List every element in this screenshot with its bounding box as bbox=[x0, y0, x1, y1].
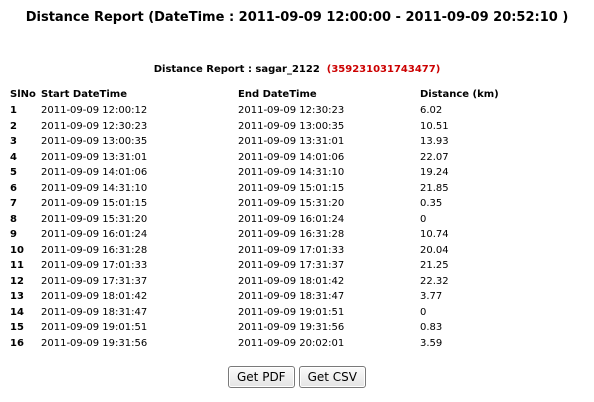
table-row: 16 2011-09-09 19:31:56 2011-09-09 20:02:… bbox=[10, 336, 590, 352]
table-row: 4 2011-09-09 13:31:01 2011-09-09 14:01:0… bbox=[10, 150, 590, 166]
cell-end-datetime: 2011-09-09 15:31:20 bbox=[238, 198, 345, 209]
cell-end-datetime: 2011-09-09 18:01:42 bbox=[238, 275, 345, 287]
cell-slno: 13 bbox=[10, 291, 24, 302]
cell-slno: 1 bbox=[10, 105, 17, 116]
cell-end-datetime: 2011-09-09 13:00:35 bbox=[238, 120, 345, 132]
table-row: 14 2011-09-09 18:31:47 2011-09-09 19:01:… bbox=[10, 305, 590, 321]
cell-end-datetime: 2011-09-09 17:01:33 bbox=[238, 244, 345, 256]
table-row: 5 2011-09-09 14:01:06 2011-09-09 14:31:1… bbox=[10, 165, 590, 181]
cell-distance: 0 bbox=[420, 306, 427, 318]
cell-end-datetime: 2011-09-09 17:31:37 bbox=[238, 260, 345, 271]
cell-start-datetime: 2011-09-09 13:00:35 bbox=[41, 136, 148, 147]
cell-end-datetime: 2011-09-09 14:31:10 bbox=[238, 167, 345, 178]
column-header-start-datetime: Start DateTime bbox=[41, 88, 127, 100]
cell-start-datetime: 2011-09-09 15:01:15 bbox=[41, 198, 148, 209]
cell-end-datetime: 2011-09-09 19:31:56 bbox=[238, 322, 345, 333]
cell-distance: 0.83 bbox=[420, 322, 443, 333]
cell-end-datetime: 2011-09-09 13:31:01 bbox=[238, 136, 345, 147]
cell-start-datetime: 2011-09-09 14:01:06 bbox=[41, 167, 148, 178]
cell-start-datetime: 2011-09-09 19:31:56 bbox=[41, 337, 148, 349]
cell-end-datetime: 2011-09-09 16:01:24 bbox=[238, 213, 345, 225]
table-header-row: SlNo Start DateTime End DateTime Distanc… bbox=[10, 86, 590, 103]
cell-distance: 19.24 bbox=[420, 167, 449, 178]
cell-distance: 20.04 bbox=[420, 244, 449, 256]
table-row: 13 2011-09-09 18:01:42 2011-09-09 18:31:… bbox=[10, 289, 590, 305]
table-row: 8 2011-09-09 15:31:20 2011-09-09 16:01:2… bbox=[10, 212, 590, 228]
cell-end-datetime: 2011-09-09 18:31:47 bbox=[238, 291, 345, 302]
cell-slno: 11 bbox=[10, 260, 24, 271]
cell-slno: 7 bbox=[10, 198, 17, 209]
table-row: 9 2011-09-09 16:01:24 2011-09-09 16:31:2… bbox=[10, 227, 590, 243]
table-row: 7 2011-09-09 15:01:15 2011-09-09 15:31:2… bbox=[10, 196, 590, 212]
cell-end-datetime: 2011-09-09 15:01:15 bbox=[238, 182, 345, 194]
cell-start-datetime: 2011-09-09 16:01:24 bbox=[41, 229, 148, 240]
cell-end-datetime: 2011-09-09 20:02:01 bbox=[238, 337, 345, 349]
cell-distance: 21.25 bbox=[420, 260, 449, 271]
cell-start-datetime: 2011-09-09 18:01:42 bbox=[41, 291, 148, 302]
report-subtitle-label: Distance Report : sagar_2122 bbox=[153, 64, 320, 75]
cell-slno: 14 bbox=[10, 306, 24, 318]
cell-slno: 12 bbox=[10, 275, 24, 287]
table-row: 12 2011-09-09 17:31:37 2011-09-09 18:01:… bbox=[10, 274, 590, 290]
column-header-distance: Distance (km) bbox=[420, 88, 499, 100]
cell-slno: 9 bbox=[10, 229, 17, 240]
cell-end-datetime: 2011-09-09 16:31:28 bbox=[238, 229, 345, 240]
cell-distance: 13.93 bbox=[420, 136, 449, 147]
cell-start-datetime: 2011-09-09 15:31:20 bbox=[41, 213, 148, 225]
cell-end-datetime: 2011-09-09 19:01:51 bbox=[238, 306, 345, 318]
table-row: 11 2011-09-09 17:01:33 2011-09-09 17:31:… bbox=[10, 258, 590, 274]
cell-distance: 21.85 bbox=[420, 182, 449, 194]
cell-start-datetime: 2011-09-09 17:01:33 bbox=[41, 260, 148, 271]
cell-slno: 3 bbox=[10, 136, 17, 147]
cell-start-datetime: 2011-09-09 14:31:10 bbox=[41, 182, 148, 194]
export-button-bar: Get PDF Get CSV bbox=[0, 366, 594, 388]
cell-slno: 15 bbox=[10, 322, 24, 333]
table-row: 15 2011-09-09 19:01:51 2011-09-09 19:31:… bbox=[10, 320, 590, 336]
cell-start-datetime: 2011-09-09 16:31:28 bbox=[41, 244, 148, 256]
cell-distance: 10.74 bbox=[420, 229, 449, 240]
cell-distance: 0 bbox=[420, 213, 427, 225]
get-pdf-button[interactable]: Get PDF bbox=[228, 366, 295, 388]
cell-distance: 22.32 bbox=[420, 275, 449, 287]
table-row: 3 2011-09-09 13:00:35 2011-09-09 13:31:0… bbox=[10, 134, 590, 150]
cell-start-datetime: 2011-09-09 19:01:51 bbox=[41, 322, 148, 333]
cell-end-datetime: 2011-09-09 12:30:23 bbox=[238, 105, 345, 116]
page-title: Distance Report (DateTime : 2011-09-09 1… bbox=[25, 10, 569, 25]
cell-start-datetime: 2011-09-09 12:00:12 bbox=[41, 105, 148, 116]
table-row: 6 2011-09-09 14:31:10 2011-09-09 15:01:1… bbox=[10, 181, 590, 197]
cell-slno: 16 bbox=[10, 337, 24, 349]
table-row: 10 2011-09-09 16:31:28 2011-09-09 17:01:… bbox=[10, 243, 590, 259]
cell-start-datetime: 2011-09-09 12:30:23 bbox=[41, 120, 148, 132]
cell-distance: 10.51 bbox=[420, 120, 449, 132]
device-id: (359231031743477) bbox=[326, 64, 441, 75]
column-header-end-datetime: End DateTime bbox=[238, 88, 317, 100]
cell-distance: 0.35 bbox=[420, 198, 443, 209]
cell-end-datetime: 2011-09-09 14:01:06 bbox=[238, 151, 345, 163]
get-csv-button[interactable]: Get CSV bbox=[298, 366, 366, 388]
report-subtitle: Distance Report : sagar_2122 (3592310317… bbox=[0, 64, 594, 75]
distance-table: SlNo Start DateTime End DateTime Distanc… bbox=[10, 86, 590, 351]
cell-distance: 3.77 bbox=[420, 291, 443, 302]
cell-start-datetime: 2011-09-09 18:31:47 bbox=[41, 306, 148, 318]
table-row: 2 2011-09-09 12:30:23 2011-09-09 13:00:3… bbox=[10, 119, 590, 135]
cell-slno: 10 bbox=[10, 244, 24, 256]
cell-start-datetime: 2011-09-09 13:31:01 bbox=[41, 151, 148, 163]
table-row: 1 2011-09-09 12:00:12 2011-09-09 12:30:2… bbox=[10, 103, 590, 119]
cell-slno: 8 bbox=[10, 213, 17, 225]
cell-distance: 3.59 bbox=[420, 337, 443, 349]
cell-distance: 22.07 bbox=[420, 151, 449, 163]
cell-distance: 6.02 bbox=[420, 105, 443, 116]
cell-slno: 4 bbox=[10, 151, 17, 163]
cell-slno: 2 bbox=[10, 120, 17, 132]
column-header-slno: SlNo bbox=[10, 88, 36, 100]
cell-slno: 6 bbox=[10, 182, 17, 194]
cell-start-datetime: 2011-09-09 17:31:37 bbox=[41, 275, 148, 287]
cell-slno: 5 bbox=[10, 167, 17, 178]
